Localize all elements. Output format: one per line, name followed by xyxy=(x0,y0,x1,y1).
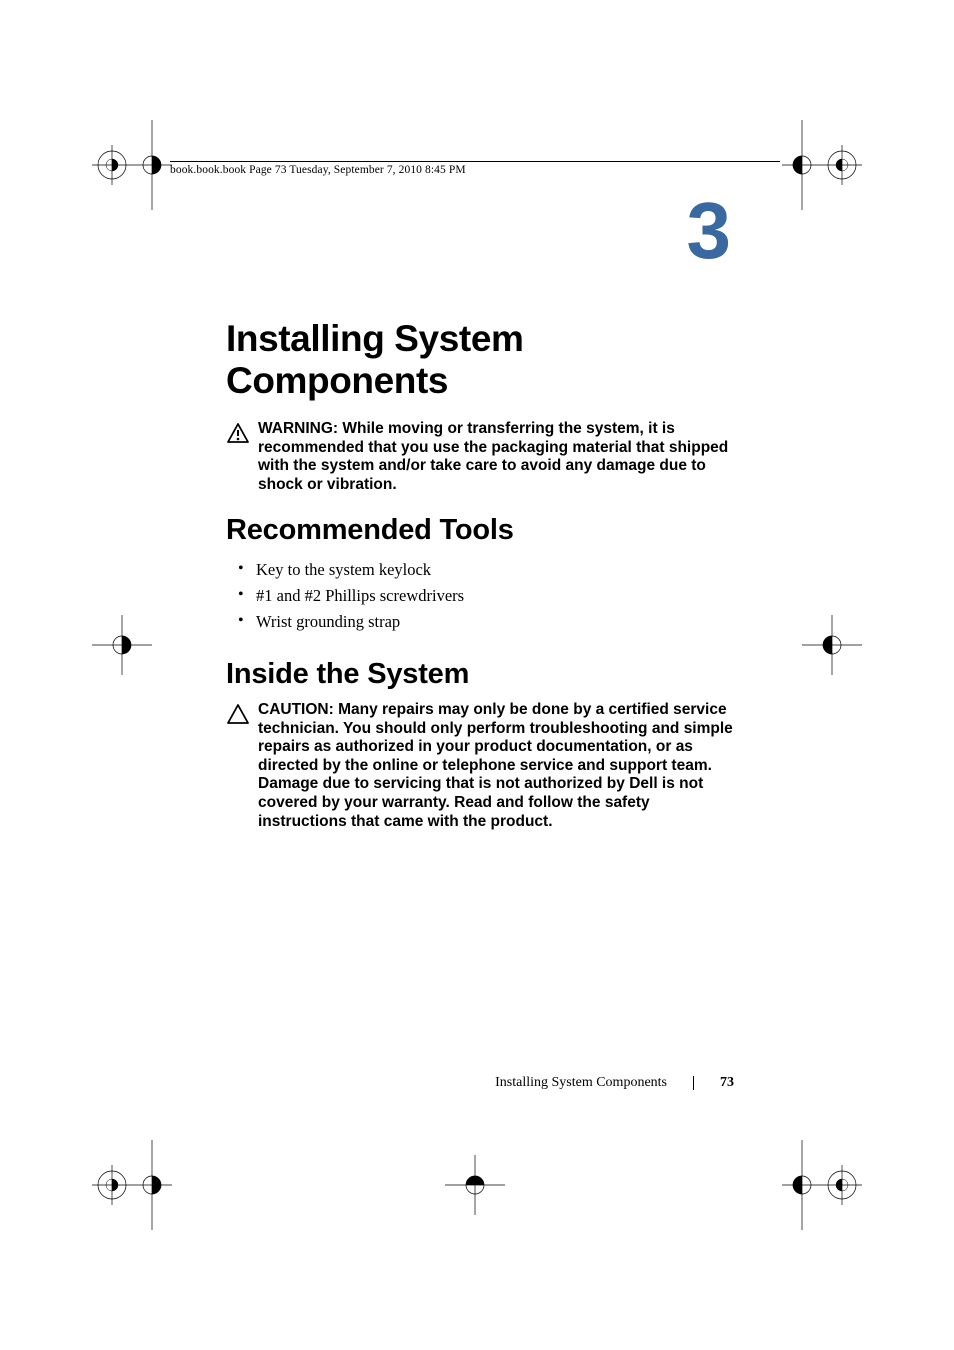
crop-mark-top-left xyxy=(92,120,182,210)
caution-body: Many repairs may only be done by a certi… xyxy=(258,701,733,830)
crop-mark-top-right xyxy=(772,120,862,210)
footer-divider xyxy=(693,1076,694,1090)
list-item: #1 and #2 Phillips screwdrivers xyxy=(256,583,736,609)
list-item: Wrist grounding strap xyxy=(256,609,736,635)
caution-notice: CAUTION: Many repairs may only be done b… xyxy=(226,701,736,831)
warning-notice: WARNING: While moving or transferring th… xyxy=(226,420,736,494)
section-heading-inside: Inside the System xyxy=(226,658,736,691)
caution-icon xyxy=(226,703,250,730)
warning-lead: WARNING: xyxy=(258,420,342,437)
warning-text: WARNING: While moving or transferring th… xyxy=(258,420,736,494)
list-item: Key to the system keylock xyxy=(256,557,736,583)
content-area: Installing System Components WARNING: Wh… xyxy=(226,318,736,851)
chapter-title: Installing System Components xyxy=(226,318,736,402)
section-heading-tools: Recommended Tools xyxy=(226,514,736,547)
header-text: book.book.book Page 73 Tuesday, Septembe… xyxy=(170,164,466,176)
chapter-number: 3 xyxy=(687,185,730,277)
print-page: book.book.book Page 73 Tuesday, Septembe… xyxy=(0,0,954,1350)
crop-mark-mid-left xyxy=(92,615,152,675)
footer-page-number: 73 xyxy=(720,1075,734,1091)
crop-mark-mid-right xyxy=(802,615,862,675)
crop-mark-bottom-right xyxy=(772,1140,862,1230)
header-rule xyxy=(170,161,780,162)
caution-text: CAUTION: Many repairs may only be done b… xyxy=(258,701,736,831)
crop-mark-bottom-center xyxy=(445,1155,505,1215)
footer-section: Installing System Components xyxy=(495,1075,667,1091)
crop-mark-bottom-left xyxy=(92,1140,182,1230)
warning-icon xyxy=(226,422,250,449)
tools-list: Key to the system keylock #1 and #2 Phil… xyxy=(226,557,736,634)
caution-lead: CAUTION: xyxy=(258,701,338,718)
